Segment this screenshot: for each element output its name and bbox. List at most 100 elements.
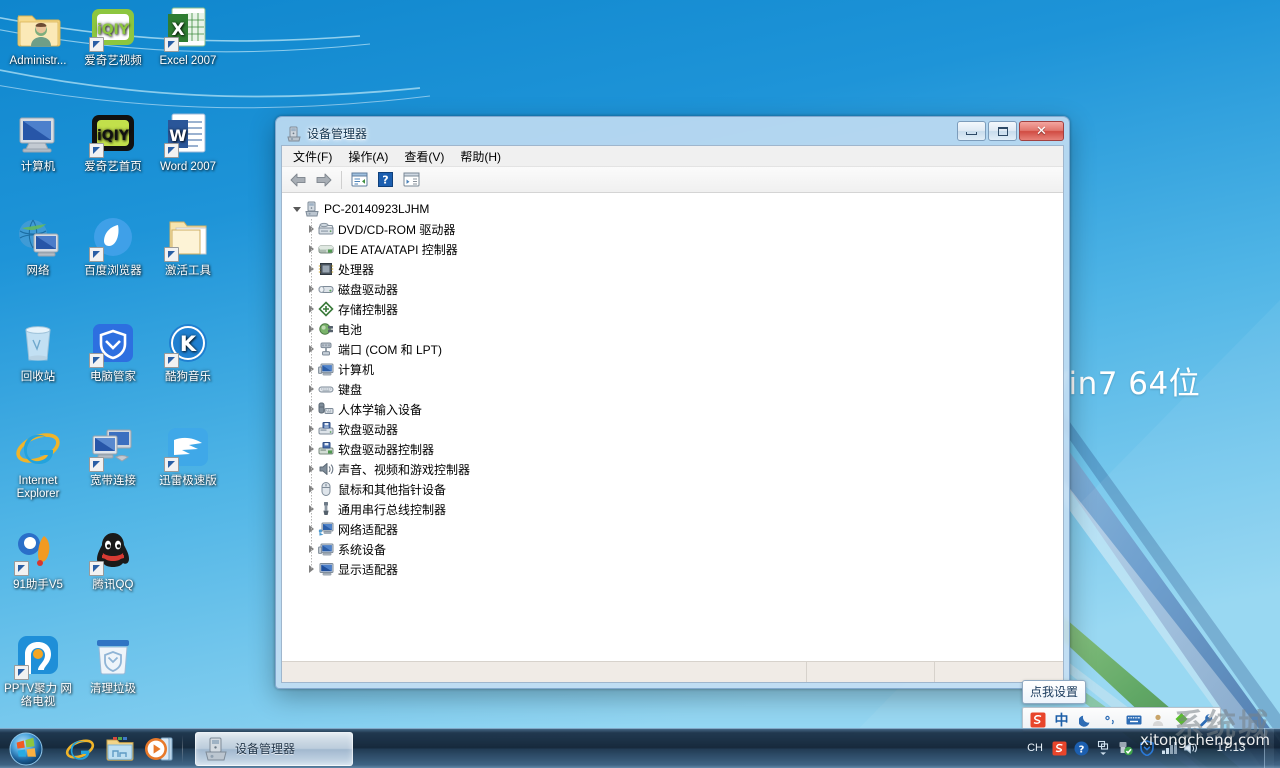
properties-button[interactable]: [347, 169, 371, 191]
chinese-mode-icon[interactable]: 中: [1053, 711, 1070, 728]
close-button[interactable]: ✕: [1019, 121, 1064, 141]
expand-arrow[interactable]: [304, 219, 318, 239]
expand-arrow[interactable]: [304, 379, 318, 399]
menu-action[interactable]: 操作(A): [340, 146, 396, 167]
expand-arrow[interactable]: [304, 539, 318, 559]
quick-launch-explorer[interactable]: [104, 733, 136, 765]
expand-arrow[interactable]: [304, 499, 318, 519]
expand-arrow[interactable]: [304, 319, 318, 339]
tree-node-processor[interactable]: 处理器: [304, 259, 1063, 279]
sogou-tray-icon[interactable]: [1048, 736, 1070, 760]
tree-node-display-adapter[interactable]: 显示适配器: [304, 559, 1063, 579]
quick-launch-ie[interactable]: [64, 733, 96, 765]
device-tree[interactable]: PC-20140923LJHM: [282, 193, 1063, 661]
tree-node-mouse[interactable]: 鼠标和其他指针设备: [304, 479, 1063, 499]
soft-keyboard-icon[interactable]: [1125, 711, 1142, 728]
tray-language-indicator[interactable]: CH: [1022, 742, 1048, 754]
taskbar-clock[interactable]: 17:13: [1202, 742, 1260, 755]
tree-node-storage-controller[interactable]: 存储控制器: [304, 299, 1063, 319]
system-tray[interactable]: CH ?: [1022, 728, 1280, 768]
tree-node-dvd-cdrom[interactable]: DVD/CD-ROM 驱动器: [304, 219, 1063, 239]
volume-icon[interactable]: [1180, 736, 1202, 760]
desktop-icon-broadband-connection[interactable]: 宽带连接: [75, 424, 151, 488]
desktop-icon-thunder[interactable]: 迅雷极速版: [150, 424, 226, 488]
maximize-button[interactable]: [988, 121, 1017, 141]
desktop-icon-iqiyi-home[interactable]: iQIY 爱奇艺首页: [75, 110, 151, 174]
desktop-icon-word[interactable]: W Word 2007: [150, 110, 226, 174]
help-button[interactable]: ?: [373, 169, 397, 191]
toolbox-icon[interactable]: [1173, 711, 1190, 728]
desktop[interactable]: Win7 64位 Administr...: [0, 0, 1280, 768]
task-button-list[interactable]: 设备管理器: [195, 732, 353, 766]
expand-arrow[interactable]: [304, 459, 318, 479]
back-button[interactable]: [286, 169, 310, 191]
window-title-bar[interactable]: 设备管理器 ✕: [281, 122, 1064, 145]
tree-node-hid[interactable]: 人体学输入设备: [304, 399, 1063, 419]
tree-node-ide-controller[interactable]: IDE ATA/ATAPI 控制器: [304, 239, 1063, 259]
hidden-icons-chevron[interactable]: [1092, 736, 1114, 760]
expand-arrow[interactable]: [304, 279, 318, 299]
expand-arrow[interactable]: [304, 299, 318, 319]
network-icon[interactable]: [1158, 736, 1180, 760]
desktop-icon-qq[interactable]: 腾讯QQ: [75, 528, 151, 592]
tool-bar[interactable]: ?: [282, 167, 1063, 193]
show-desktop-button[interactable]: [1264, 728, 1274, 768]
action-center-icon[interactable]: ?: [1070, 736, 1092, 760]
tree-node-computer[interactable]: 计算机: [304, 359, 1063, 379]
expand-arrow[interactable]: [304, 439, 318, 459]
expand-arrow[interactable]: [304, 259, 318, 279]
expand-arrow[interactable]: [304, 559, 318, 579]
device-manager-window[interactable]: 设备管理器 ✕ 文件(F) 操作(A) 查看(V) 帮助(H): [275, 116, 1070, 689]
desktop-icon-administrator[interactable]: Administr...: [0, 4, 76, 68]
tree-node-floppy-controller[interactable]: 软盘驱动器控制器: [304, 439, 1063, 459]
tree-node-sound-video-game[interactable]: 声音、视频和游戏控制器: [304, 459, 1063, 479]
expand-arrow[interactable]: [304, 519, 318, 539]
expand-arrow[interactable]: [304, 479, 318, 499]
expand-arrow[interactable]: [304, 419, 318, 439]
expand-arrow[interactable]: [304, 339, 318, 359]
minimize-button[interactable]: [957, 121, 986, 141]
desktop-icon-kugou-music[interactable]: K 酷狗音乐: [150, 320, 226, 384]
expand-arrow[interactable]: [304, 239, 318, 259]
expand-arrow[interactable]: [304, 399, 318, 419]
expand-arrow[interactable]: [290, 199, 304, 219]
forward-button[interactable]: [312, 169, 336, 191]
desktop-icon-internet-explorer[interactable]: Internet Explorer: [0, 424, 76, 501]
sogou-logo-icon[interactable]: [1029, 711, 1046, 728]
desktop-icon-network[interactable]: 网络: [0, 214, 76, 278]
desktop-icon-excel[interactable]: X Excel 2007: [150, 4, 226, 68]
expand-arrow[interactable]: [304, 359, 318, 379]
punctuation-icon[interactable]: [1101, 711, 1118, 728]
tree-node-keyboard[interactable]: 键盘: [304, 379, 1063, 399]
tree-node-battery[interactable]: 电池: [304, 319, 1063, 339]
menu-file[interactable]: 文件(F): [285, 146, 340, 167]
tree-node-network-adapter[interactable]: 网络适配器: [304, 519, 1063, 539]
desktop-icon-91-assistant[interactable]: 91助手V5: [0, 528, 76, 592]
moon-icon[interactable]: [1077, 711, 1094, 728]
tree-node-system-device[interactable]: 系统设备: [304, 539, 1063, 559]
task-button-device-manager[interactable]: 设备管理器: [195, 732, 353, 766]
desktop-icon-pc-manager[interactable]: 电脑管家: [75, 320, 151, 384]
desktop-icon-clean-trash[interactable]: 清理垃圾: [75, 632, 151, 696]
desktop-icon-baidu-browser[interactable]: 百度浏览器: [75, 214, 151, 278]
quick-launch-bar[interactable]: [64, 733, 176, 765]
quick-launch-media-player[interactable]: [144, 733, 176, 765]
desktop-icon-computer[interactable]: 计算机: [0, 110, 76, 174]
tree-node-floppy-drive[interactable]: 软盘驱动器: [304, 419, 1063, 439]
safe-remove-icon[interactable]: [1114, 736, 1136, 760]
tree-node-disk-drive[interactable]: 磁盘驱动器: [304, 279, 1063, 299]
desktop-icon-recycle-bin[interactable]: 回收站: [0, 320, 76, 384]
desktop-icon-activation-tool[interactable]: 激活工具: [150, 214, 226, 278]
desktop-icon-iqiyi-video[interactable]: iQIY 爱奇艺视频: [75, 4, 151, 68]
user-icon[interactable]: [1149, 711, 1166, 728]
tree-root-node[interactable]: PC-20140923LJHM: [290, 199, 1063, 219]
start-button[interactable]: [2, 730, 50, 768]
menu-bar[interactable]: 文件(F) 操作(A) 查看(V) 帮助(H): [282, 146, 1063, 167]
tree-node-usb[interactable]: 通用串行总线控制器: [304, 499, 1063, 519]
menu-help[interactable]: 帮助(H): [452, 146, 509, 167]
pc-manager-tray-icon[interactable]: [1136, 736, 1158, 760]
show-hide-pane-button[interactable]: [399, 169, 423, 191]
taskbar[interactable]: 设备管理器 CH ?: [0, 728, 1280, 768]
menu-view[interactable]: 查看(V): [396, 146, 452, 167]
desktop-icon-pptv[interactable]: PPTV聚力 网络电视: [0, 632, 76, 709]
